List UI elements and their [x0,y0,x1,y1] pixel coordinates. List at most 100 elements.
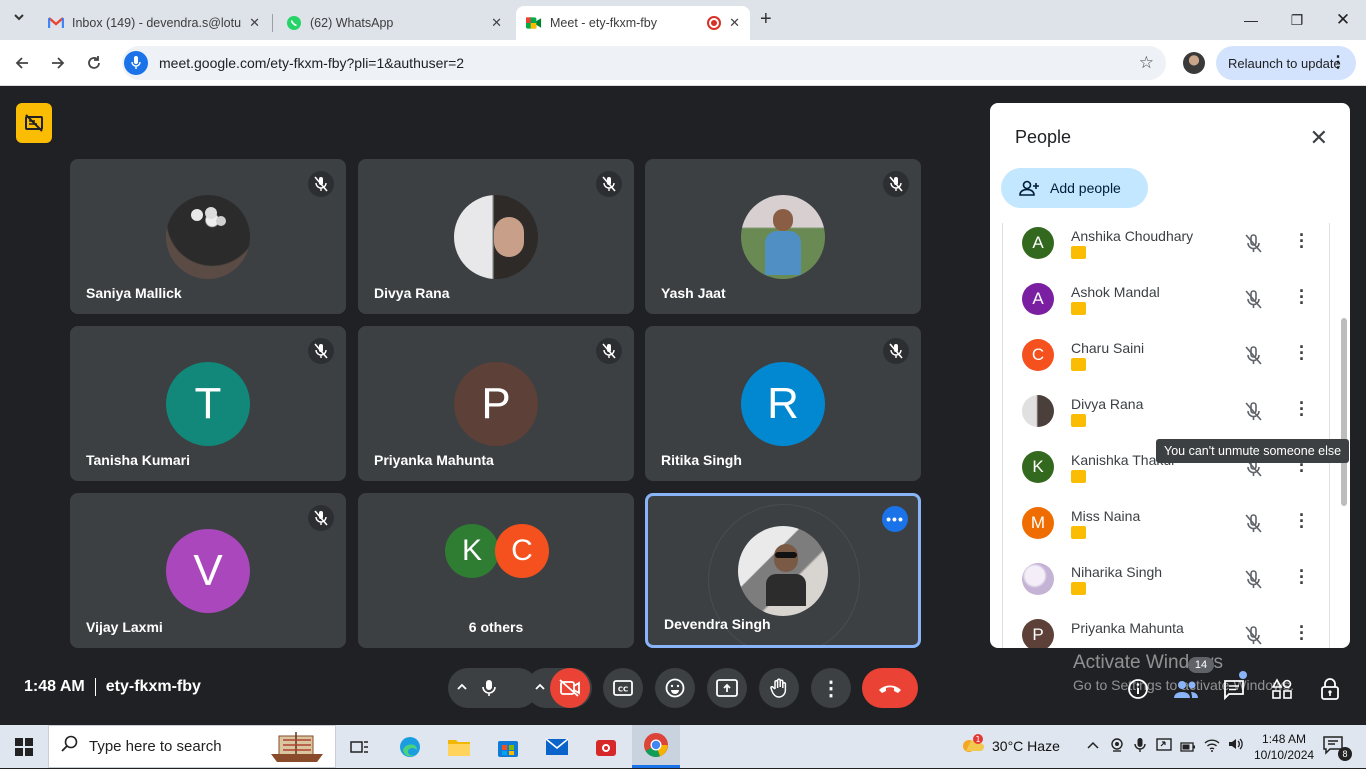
add-people-button[interactable]: Add people [1001,168,1148,208]
weather-text[interactable]: 30°C Haze [992,738,1060,754]
more-vert-icon[interactable]: ··· [1299,394,1305,424]
participant-list: A Anshika Choudhary · · · A Ashok Mandal ·… [1002,223,1330,648]
emoji-button[interactable] [655,668,695,708]
more-vert-icon[interactable]: ··· [1299,618,1305,648]
forward-icon[interactable] [45,50,71,76]
list-item[interactable]: P Priyanka Mahunta · · · [1003,615,1329,648]
wifi-icon[interactable] [1204,738,1220,755]
url-text: meet.google.com/ety-fkxm-fby?pli=1&authu… [159,55,465,71]
minimize-window-icon[interactable]: — [1228,0,1274,40]
more-vert-icon[interactable]: ··· [1299,338,1305,368]
back-icon[interactable] [9,50,35,76]
reload-icon[interactable] [81,50,107,76]
more-vert-icon[interactable]: ··· [1299,226,1305,256]
others-tile[interactable]: K C 6 others [358,493,634,648]
present-screen-button[interactable] [707,668,747,708]
chrome-taskbar-icon[interactable] [632,725,680,768]
muted-mic-icon[interactable] [1243,289,1263,314]
more-vert-icon: ⋮ [821,677,841,700]
list-item[interactable]: C Charu Saini · · · [1003,335,1329,391]
close-icon[interactable]: ✕ [1310,125,1328,151]
file-explorer-icon[interactable] [443,731,475,763]
volume-icon[interactable] [1228,737,1244,754]
bookmark-star-icon[interactable]: ☆ [1139,53,1154,73]
taskbar-clock[interactable]: 1:48 AM 10/10/2024 [1254,731,1314,763]
muted-mic-icon[interactable] [1243,625,1263,648]
raise-hand-button[interactable] [759,668,799,708]
participant-tile[interactable]: T Tanisha Kumari [70,326,346,481]
scrollbar[interactable] [1341,318,1347,506]
windows-start-icon[interactable] [8,731,40,763]
close-tab-icon[interactable]: ✕ [491,15,502,31]
more-options-button[interactable]: ⋮ [811,668,851,708]
avatar [1022,395,1054,427]
more-vert-icon[interactable]: ⋮ [1330,52,1346,72]
screen-recorder-icon[interactable] [590,731,622,763]
avatar [738,526,828,616]
tab-search-dropdown-icon[interactable] [12,10,26,29]
tab-whatsapp[interactable]: (62) WhatsApp ✕ [276,6,512,40]
participant-tile[interactable]: P Priyanka Mahunta [358,326,634,481]
muted-mic-icon[interactable] [1243,345,1263,370]
host-controls-icon[interactable] [1317,676,1343,702]
participant-tile[interactable]: V Vijay Laxmi [70,493,346,648]
leave-call-button[interactable] [862,668,918,708]
muted-mic-icon[interactable] [1243,233,1263,258]
relaunch-button[interactable]: Relaunch to update ⋮ [1216,46,1356,80]
list-item[interactable]: A Ashok Mandal · · · [1003,279,1329,335]
new-tab-icon[interactable]: + [760,8,772,31]
participant-tile[interactable]: Divya Rana [358,159,634,314]
tab-meet[interactable]: Meet - ety-fkxm-fby ✕ [516,6,750,40]
more-vert-icon[interactable]: ··· [1299,562,1305,592]
microphone-icon[interactable] [482,679,496,702]
activities-icon[interactable] [1269,676,1295,702]
more-vert-icon[interactable]: ··· [1299,506,1305,536]
muted-mic-icon[interactable] [1243,569,1263,594]
recording-badge[interactable] [16,103,52,143]
battery-icon[interactable] [1180,740,1196,755]
microsoft-store-icon[interactable] [492,731,524,763]
participant-tile[interactable]: Saniya Mallick [70,159,346,314]
weather-icon[interactable]: 1 [960,733,984,762]
restore-window-icon[interactable]: ❐ [1274,0,1320,40]
browser-tab-strip: Inbox (149) - devendra.s@lotus ✕ (62) Wh… [0,0,1366,40]
participant-name: Vijay Laxmi [86,619,163,635]
tab-title: Inbox (149) - devendra.s@lotus [72,16,242,30]
self-tile[interactable]: ••• Devendra Singh [645,493,921,648]
microphone-in-use-icon[interactable] [124,51,148,75]
close-window-icon[interactable]: ✕ [1320,0,1366,40]
search-highlight-icon [265,730,329,764]
close-tab-icon[interactable]: ✕ [729,15,740,31]
edge-icon[interactable] [394,731,426,763]
audio-options-chevron-icon[interactable] [456,680,468,698]
meeting-details-icon[interactable] [1125,676,1151,702]
taskbar-search-box[interactable]: Type here to search [48,725,336,768]
participant-tile[interactable]: Yash Jaat [645,159,921,314]
list-item[interactable]: Niharika Singh · · · [1003,559,1329,615]
participant-name: Priyanka Mahunta [1071,620,1184,636]
muted-mic-icon[interactable] [1243,401,1263,426]
camera-in-use-icon[interactable] [1110,737,1124,756]
video-options-chevron-icon[interactable] [534,680,546,698]
list-item[interactable]: M Miss Naina · · · [1003,503,1329,559]
chat-icon[interactable] [1221,676,1247,702]
task-view-icon[interactable] [344,731,376,763]
notification-center-icon[interactable]: 8 [1322,735,1352,761]
mail-icon[interactable] [541,731,573,763]
muted-mic-icon [883,171,909,197]
participant-tile[interactable]: R Ritika Singh [645,326,921,481]
profile-avatar[interactable] [1183,52,1205,74]
screen-share-tray-icon[interactable] [1156,738,1172,755]
microphone-tray-icon[interactable] [1134,737,1146,756]
tab-gmail[interactable]: Inbox (149) - devendra.s@lotus ✕ [38,6,270,40]
camera-off-button[interactable] [550,668,590,708]
muted-mic-icon[interactable] [1243,513,1263,538]
close-tab-icon[interactable]: ✕ [249,15,260,31]
captions-button[interactable]: CC [603,668,643,708]
chevron-up-icon[interactable] [1086,739,1100,754]
address-bar[interactable]: meet.google.com/ety-fkxm-fby?pli=1&authu… [122,46,1166,80]
list-item[interactable]: A Anshika Choudhary · · · [1003,223,1329,279]
people-icon[interactable] [1173,676,1199,702]
more-options-icon[interactable]: ••• [882,506,908,532]
more-vert-icon[interactable]: ··· [1299,282,1305,312]
